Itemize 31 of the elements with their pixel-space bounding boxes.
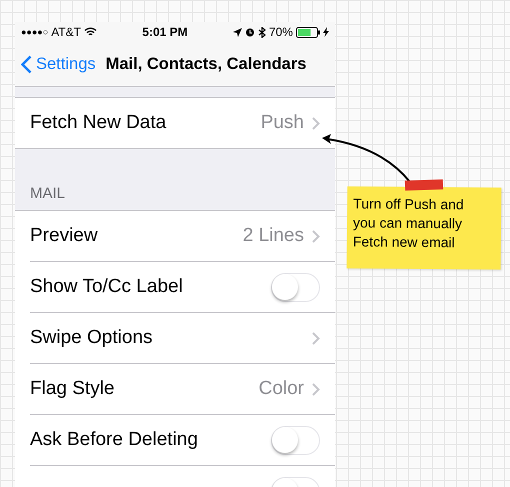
chevron-icon xyxy=(312,116,320,130)
row-value: 2 Lines xyxy=(242,225,304,247)
nav-title: Mail, Contacts, Calendars xyxy=(106,54,306,74)
row-label[interactable]: Fetch New Data xyxy=(30,112,261,134)
wifi-icon xyxy=(84,27,97,37)
back-chevron-icon xyxy=(21,54,32,74)
tape-strip xyxy=(404,179,444,191)
lightning-bolt-icon xyxy=(322,27,329,37)
section-header: MAIL xyxy=(29,185,66,204)
row-label[interactable]: Flag Style xyxy=(30,378,259,400)
row-label[interactable]: Show To/Cc Label xyxy=(30,276,271,298)
status-time: 5:01 PM xyxy=(142,25,188,39)
battery-percent: 70% xyxy=(268,25,293,39)
row-label[interactable]: Ask Before Deleting xyxy=(30,429,271,451)
chevron-icon xyxy=(312,230,320,242)
row-label[interactable]: Swipe Options xyxy=(30,327,312,349)
chevron-icon xyxy=(312,332,320,344)
back-button[interactable]: Settings xyxy=(21,54,96,74)
row-label[interactable]: Preview xyxy=(30,225,243,247)
carrier-name: AT&T xyxy=(51,25,81,39)
toggle-switch[interactable] xyxy=(271,272,320,302)
row-value: Color xyxy=(258,378,304,400)
chevron-icon xyxy=(312,382,320,396)
signal-dots: ●●●●○ xyxy=(21,27,48,37)
row-value: Push xyxy=(260,112,304,134)
toggle-switch[interactable] xyxy=(271,426,320,454)
battery-icon xyxy=(296,26,320,38)
location-arrow-icon xyxy=(232,28,242,36)
alarm-clock-icon xyxy=(244,27,255,37)
note-text: Turn off Push and you can manually Fetch new email xyxy=(352,195,464,250)
bluetooth-icon xyxy=(258,26,266,38)
